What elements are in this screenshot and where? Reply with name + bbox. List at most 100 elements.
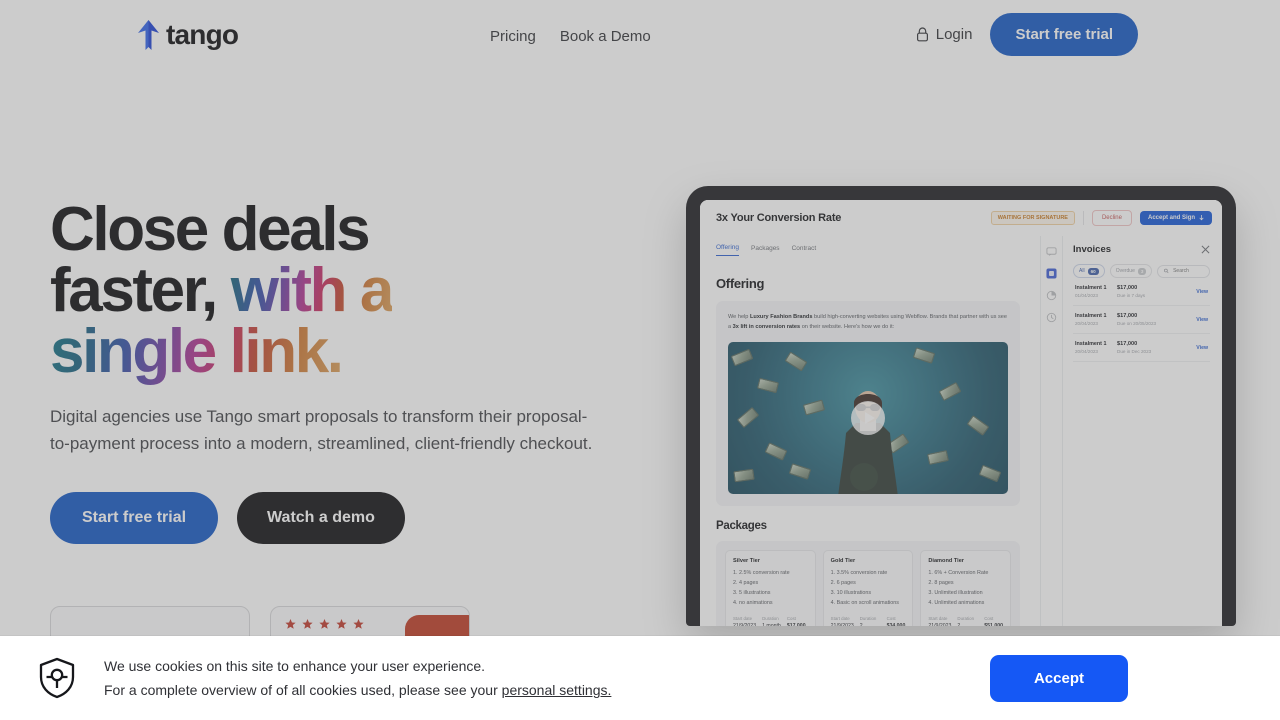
meta-label-start: Start date xyxy=(733,615,753,621)
package-features: 1. 6% + Conversion Rate 2. 8 pages 3. Un… xyxy=(928,568,1003,609)
page-root: tango Pricing Book a Demo Login Start fr… xyxy=(0,0,1280,720)
search-icon xyxy=(1164,268,1169,274)
meta-value-duration: 1 month xyxy=(762,622,781,626)
start-free-trial-button-header[interactable]: Start free trial xyxy=(990,13,1138,56)
invoice-due: Due in Dec 2023 xyxy=(1117,349,1152,354)
package-name: Diamond Tier xyxy=(928,557,964,564)
package-meta: Start date 21/9/2023 Duration 2 months C… xyxy=(928,616,1003,626)
accept-and-sign-label: Accept and Sign xyxy=(1147,215,1195,221)
package-card-gold[interactable]: Gold Tier 1. 3.5% conversion rate 2. 6 p… xyxy=(822,549,914,626)
nav-link-book-a-demo[interactable]: Book a Demo xyxy=(560,26,651,47)
filter-overdue-label: Overdue xyxy=(1115,268,1135,274)
package-feature: 3. 5 illustrations xyxy=(733,590,771,597)
logo[interactable]: tango xyxy=(138,19,239,50)
offering-text: We help Luxury Fashion Brands build high… xyxy=(728,312,1008,333)
invoice-name: Instalment 1 xyxy=(1075,285,1107,291)
meta-label-cost: Cost xyxy=(886,615,896,621)
packages-heading: Packages xyxy=(716,519,767,532)
tab-contract[interactable]: Contract xyxy=(792,245,817,256)
filter-overdue[interactable]: Overdue 3 xyxy=(1109,264,1153,278)
invoice-name-cell: Instalment 1 01/04/2023 xyxy=(1075,285,1117,298)
accept-and-sign-button[interactable]: Accept and Sign xyxy=(1139,211,1212,225)
site-header: tango Pricing Book a Demo Login Start fr… xyxy=(0,0,1280,74)
package-feature: 1. 6% + Conversion Rate xyxy=(928,569,989,576)
offering-text-d: 3x lift in conversion rates xyxy=(732,324,801,331)
lock-icon xyxy=(916,27,928,42)
meta-value-cost: $17,000 xyxy=(786,622,806,626)
invoice-row[interactable]: Instalment 1 20/04/2023 $17,000 Due on 2… xyxy=(1073,306,1210,334)
decline-button[interactable]: Decline xyxy=(1091,210,1132,226)
play-button[interactable] xyxy=(851,400,885,435)
meta-value-start: 21/9/2023 xyxy=(928,622,952,626)
package-features: 1. 2.5% conversion rate 2. 4 pages 3. 5 … xyxy=(733,568,808,609)
search-input[interactable] xyxy=(1173,268,1203,274)
personal-settings-link[interactable]: personal settings. xyxy=(502,682,612,698)
package-name: Silver Tier xyxy=(733,557,760,564)
app-screenshot: 3x Your Conversion Rate WAITING FOR SIGN… xyxy=(700,200,1222,626)
clock-icon[interactable] xyxy=(1046,312,1057,323)
proposal-tabs: Offering Packages Contract xyxy=(716,244,1040,256)
proposal-title: 3x Your Conversion Rate xyxy=(716,212,842,224)
star-icon xyxy=(336,619,347,629)
tablet-device-frame: 3x Your Conversion Rate WAITING FOR SIGN… xyxy=(686,186,1236,626)
package-card-diamond[interactable]: Diamond Tier 1. 6% + Conversion Rate 2. … xyxy=(920,549,1012,626)
headline-line-2-plain: faster, xyxy=(50,255,218,325)
headline-line-3-gradient: single link. xyxy=(50,316,344,386)
invoice-due: Due on 20/05/2023 xyxy=(1117,321,1157,326)
start-free-trial-button-hero[interactable]: Start free trial xyxy=(50,491,219,544)
meta-value-duration: 2 months xyxy=(859,622,863,626)
package-meta: Start date 21/9/2023 Duration 1 month Co… xyxy=(733,616,808,626)
invoice-view-link[interactable]: View xyxy=(1196,345,1208,351)
invoice-amount: $17,000 xyxy=(1117,341,1138,347)
invoices-title: Invoices xyxy=(1073,244,1112,255)
invoice-view-link[interactable]: View xyxy=(1196,289,1208,295)
cookie-line-2: For a complete overview of of all cookie… xyxy=(104,678,611,702)
package-feature: 2. 4 pages xyxy=(733,579,759,586)
filter-overdue-count: 3 xyxy=(1137,267,1147,275)
pie-chart-icon[interactable] xyxy=(1046,290,1057,301)
package-cost: Cost $51,000 xyxy=(984,616,1003,626)
filter-all-count: 60 xyxy=(1087,267,1099,275)
close-icon[interactable] xyxy=(1201,245,1210,254)
login-link[interactable]: Login xyxy=(916,26,973,43)
package-name: Gold Tier xyxy=(830,557,856,564)
cookie-line-2-text: For a complete overview of of all cookie… xyxy=(104,682,502,698)
invoices-search[interactable] xyxy=(1157,264,1210,278)
meta-label-duration: Duration xyxy=(957,615,975,621)
hero-copy: Close deals faster, with a single link. … xyxy=(50,199,670,544)
watch-a-demo-button[interactable]: Watch a demo xyxy=(237,491,405,544)
invoice-date: 20/04/2023 xyxy=(1075,349,1098,354)
login-label: Login xyxy=(935,26,973,43)
package-card-silver[interactable]: Silver Tier 1. 2.5% conversion rate 2. 4… xyxy=(725,549,816,626)
offering-text-b: Luxury Fashion Brands xyxy=(749,314,813,320)
invoice-name-cell: Instalment 1 20/04/2023 xyxy=(1075,341,1117,354)
headline-line-1: Close deals xyxy=(50,195,371,264)
brand-name: tango xyxy=(166,19,239,50)
nav-link-pricing[interactable]: Pricing xyxy=(490,26,536,47)
cookie-text: We use cookies on this site to enhance y… xyxy=(104,654,611,702)
offering-card: We help Luxury Fashion Brands build high… xyxy=(716,301,1020,506)
document-icon[interactable] xyxy=(1046,268,1057,279)
package-feature: 2. 6 pages xyxy=(830,579,856,586)
tab-offering[interactable]: Offering xyxy=(716,244,740,256)
accept-cookies-button[interactable]: Accept xyxy=(989,654,1128,702)
package-duration: Duration 2 months xyxy=(957,616,978,626)
status-badge: WAITING FOR SIGNATURE xyxy=(990,211,1075,225)
rating-stars xyxy=(285,619,364,630)
invoice-row[interactable]: Instalment 1 01/04/2023 $17,000 Due in 7… xyxy=(1073,278,1210,306)
invoice-view-link[interactable]: View xyxy=(1196,317,1208,323)
tab-packages[interactable]: Packages xyxy=(751,245,780,256)
meta-label-start: Start date xyxy=(928,615,948,621)
download-arrow-icon xyxy=(1199,215,1204,221)
package-feature: 3. 10 illustrations xyxy=(830,590,872,597)
filter-all[interactable]: All 60 xyxy=(1073,264,1105,278)
app-top-bar: 3x Your Conversion Rate WAITING FOR SIGN… xyxy=(700,200,1222,236)
comments-icon[interactable] xyxy=(1046,246,1057,257)
meta-value-cost: $51,000 xyxy=(984,622,1004,626)
header-actions: Login Start free trial xyxy=(916,13,1138,56)
page-title: Close deals faster, with a single link. xyxy=(50,199,670,383)
invoice-row[interactable]: Instalment 1 20/04/2023 $17,000 Due in D… xyxy=(1073,334,1210,362)
invoices-header: Invoices xyxy=(1073,244,1210,255)
offering-video-thumbnail[interactable] xyxy=(728,341,1008,494)
filter-all-label: All xyxy=(1079,268,1085,274)
